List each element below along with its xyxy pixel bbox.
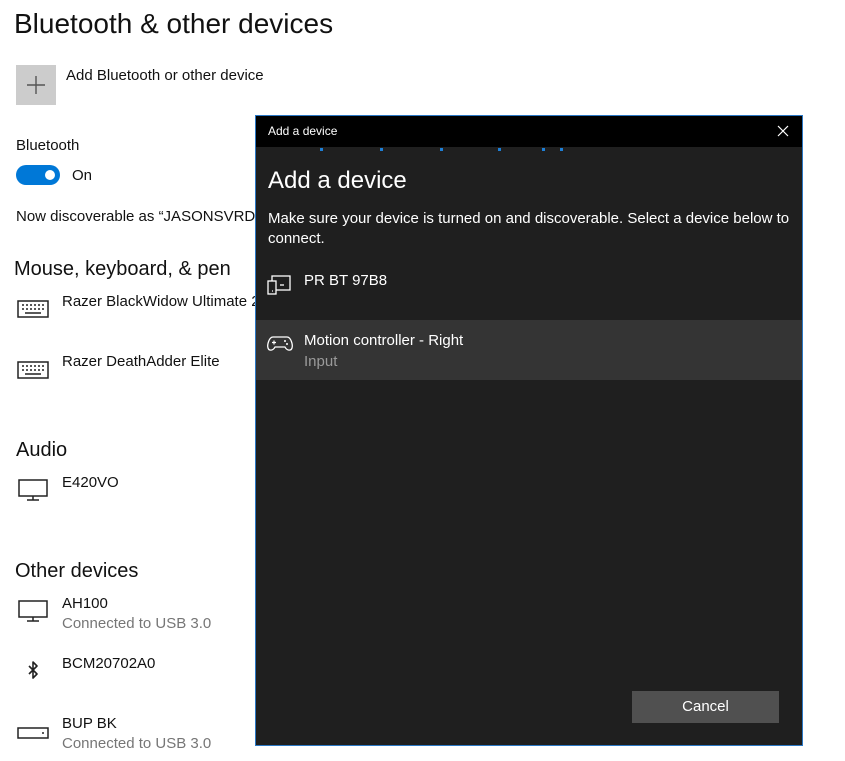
section-heading-mouse-keyboard: Mouse, keyboard, & pen <box>14 258 231 280</box>
add-device-button[interactable] <box>16 65 56 105</box>
device-name[interactable]: BCM20702A0 <box>62 655 155 672</box>
dialog-device-name: PR BT 97B8 <box>304 272 388 289</box>
device-item-razer-blackwidow[interactable] <box>16 296 50 325</box>
bluetooth-toggle[interactable] <box>16 165 60 185</box>
device-name[interactable]: E420VO <box>62 474 119 491</box>
add-device-label[interactable]: Add Bluetooth or other device <box>66 67 264 84</box>
cancel-button[interactable]: Cancel <box>632 691 779 723</box>
monitor-icon <box>18 479 48 501</box>
monitor-icon <box>18 600 48 622</box>
gamepad-icon <box>267 336 293 351</box>
plus-icon <box>27 76 45 94</box>
device-name[interactable]: AH100 <box>62 595 108 612</box>
keyboard-icon <box>17 300 49 318</box>
drive-icon <box>17 727 49 739</box>
device-item-e420vo[interactable] <box>16 478 50 507</box>
device-status: Connected to USB 3.0 <box>62 735 212 752</box>
device-item-ah100[interactable] <box>16 599 50 628</box>
device-name[interactable]: BUP BK <box>62 715 117 732</box>
bluetooth-label: Bluetooth <box>16 137 80 154</box>
progress-indicator <box>316 148 563 152</box>
dialog-description: Make sure your device is turned on and d… <box>268 210 790 247</box>
bluetooth-icon <box>28 661 38 679</box>
device-name[interactable]: Razer BlackWidow Ultimate 2 <box>62 293 257 310</box>
dialog-device-name: Motion controller - Right <box>304 332 464 349</box>
keyboard-icon <box>17 361 49 379</box>
device-item-bcm20702a0[interactable] <box>16 659 50 688</box>
dialog-heading: Add a device <box>268 167 407 194</box>
add-device-dialog: Add a device Add a device Make sure your… <box>255 115 803 746</box>
bluetooth-toggle-state: On <box>72 167 93 184</box>
discoverable-text: Now discoverable as “JASONSVRDESK” <box>16 208 266 225</box>
dialog-device-item[interactable]: PR BT 97B8 <box>256 260 802 320</box>
section-heading-other-devices: Other devices <box>15 560 139 582</box>
dialog-device-item-selected[interactable]: Motion controller - Right Input <box>256 320 802 380</box>
dialog-window-title: Add a device <box>268 124 338 138</box>
device-item-bup-bk[interactable] <box>16 721 50 750</box>
device-name[interactable]: Razer DeathAdder Elite <box>62 353 220 370</box>
page-title: Bluetooth & other devices <box>14 8 334 39</box>
close-icon[interactable] <box>776 124 790 138</box>
dialog-titlebar[interactable]: Add a device <box>256 116 802 147</box>
toggle-knob <box>45 170 55 180</box>
section-heading-audio: Audio <box>16 439 68 461</box>
dialog-device-type: Input <box>304 353 338 370</box>
device-status: Connected to USB 3.0 <box>62 615 212 632</box>
device-icon <box>267 275 291 295</box>
device-item-razer-deathadder[interactable] <box>16 357 50 386</box>
